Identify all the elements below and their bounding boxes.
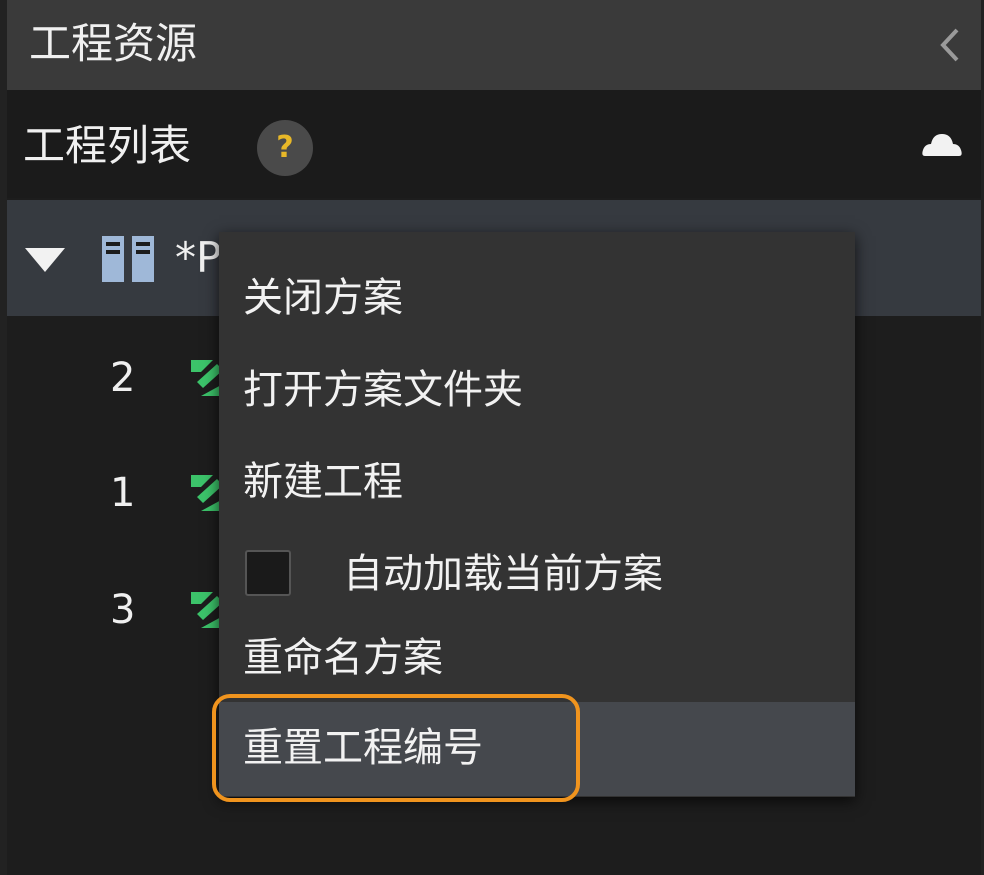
- auto-load-checkbox[interactable]: [245, 550, 291, 596]
- menu-item-auto-load-solution[interactable]: 自动加载当前方案: [219, 528, 855, 622]
- menu-item-label: 打开方案文件夹: [243, 367, 523, 413]
- project-number: 3: [110, 587, 136, 633]
- project-list-title: 工程列表: [23, 121, 192, 170]
- menu-item-label: 重命名方案: [243, 635, 443, 681]
- chevron-left-icon[interactable]: [935, 22, 965, 68]
- panel-title: 工程资源: [29, 19, 198, 68]
- project-list-header: 工程列表 ?: [7, 90, 981, 198]
- menu-item-open-solution-folder[interactable]: 打开方案文件夹: [219, 344, 855, 438]
- highlight-callout: [212, 694, 580, 802]
- menu-item-label: 新建工程: [243, 459, 403, 505]
- triangle-down-icon[interactable]: [25, 246, 65, 274]
- project-number: 1: [110, 470, 136, 516]
- help-label: ?: [276, 130, 294, 165]
- menu-item-rename-solution[interactable]: 重命名方案: [219, 612, 855, 706]
- menu-item-new-project[interactable]: 新建工程: [219, 436, 855, 530]
- help-circle-icon[interactable]: ?: [257, 120, 313, 176]
- project-number: 2: [110, 355, 136, 401]
- menu-item-close-solution[interactable]: 关闭方案: [219, 252, 855, 346]
- app-frame: 工程资源 工程列表 ? *P 2 1 3 关闭方案 打开方案文件夹 新建工程 自…: [0, 0, 984, 875]
- panel-header: 工程资源: [7, 0, 981, 90]
- solution-icon: [102, 236, 154, 282]
- menu-item-label: 关闭方案: [243, 275, 403, 321]
- menu-item-label: 自动加载当前方案: [343, 551, 663, 597]
- cloud-icon[interactable]: [921, 128, 963, 160]
- solution-name: *P: [175, 233, 222, 282]
